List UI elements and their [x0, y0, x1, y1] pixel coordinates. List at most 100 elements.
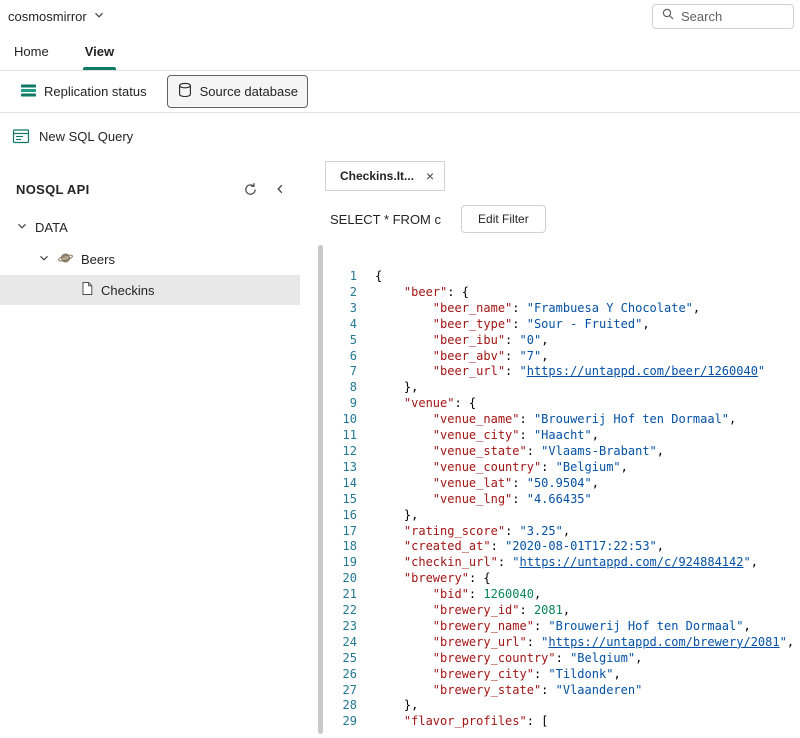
code-line[interactable]: "brewery_id": 2081,	[375, 603, 794, 619]
tree-item-beers[interactable]: Beers	[0, 243, 300, 275]
chevron-down-icon	[93, 9, 105, 24]
search-icon	[661, 7, 675, 26]
close-tab-icon[interactable]: ×	[426, 169, 434, 183]
query-text: SELECT * FROM c	[330, 212, 441, 227]
url-link[interactable]: https://untappd.com/beer/1260040	[527, 364, 758, 378]
document-tab-checkins[interactable]: Checkins.It... ×	[325, 161, 445, 191]
new-sql-query-button[interactable]: New SQL Query	[39, 129, 133, 144]
tree-item-label: Checkins	[101, 283, 154, 298]
line-number: 5	[300, 333, 357, 349]
code-line[interactable]: "brewery_country": "Belgium",	[375, 651, 794, 667]
code-line[interactable]: "created_at": "2020-08-01T17:22:53",	[375, 539, 794, 555]
line-number: 10	[300, 412, 357, 428]
line-number: 7	[300, 364, 357, 380]
sidebar-title: NOSQL API	[16, 182, 243, 197]
line-number: 23	[300, 619, 357, 635]
code-line[interactable]: "beer_type": "Sour - Fruited",	[375, 317, 794, 333]
line-number: 13	[300, 460, 357, 476]
code-line[interactable]: "beer_abv": "7",	[375, 349, 794, 365]
line-number: 15	[300, 492, 357, 508]
code-line[interactable]: },	[375, 380, 794, 396]
line-number: 6	[300, 349, 357, 365]
code-line[interactable]: "rating_score": "3.25",	[375, 524, 794, 540]
tab-home[interactable]: Home	[10, 33, 53, 70]
replication-status-icon	[20, 83, 37, 101]
code-line[interactable]: "bid": 1260040,	[375, 587, 794, 603]
resource-tree: DATA Beers Checkins	[0, 211, 300, 305]
edit-filter-button[interactable]: Edit Filter	[461, 205, 546, 233]
collapse-panel-icon[interactable]	[274, 183, 286, 195]
line-number: 29	[300, 714, 357, 730]
code-line[interactable]: "venue_city": "Haacht",	[375, 428, 794, 444]
ribbon-toolbar: Replication status Source database	[0, 71, 800, 113]
line-number: 19	[300, 555, 357, 571]
line-number: 4	[300, 317, 357, 333]
code-line[interactable]: "brewery_city": "Tildonk",	[375, 667, 794, 683]
code-line[interactable]: "venue_country": "Belgium",	[375, 460, 794, 476]
search-box[interactable]	[652, 4, 794, 29]
code-line[interactable]: },	[375, 698, 794, 714]
content-area: NOSQL API DATA	[0, 159, 800, 738]
chevron-down-icon[interactable]	[38, 252, 50, 267]
source-database-button[interactable]: Source database	[167, 75, 308, 108]
tree-item-label: DATA	[35, 220, 68, 235]
line-number: 11	[300, 428, 357, 444]
code-line[interactable]: "venue_name": "Brouwerij Hof ten Dormaal…	[375, 412, 794, 428]
code-line[interactable]: "brewery_name": "Brouwerij Hof ten Dorma…	[375, 619, 794, 635]
line-number: 12	[300, 444, 357, 460]
database-icon	[177, 82, 193, 101]
source-database-label: Source database	[200, 84, 298, 99]
line-number: 21	[300, 587, 357, 603]
code-line[interactable]: {	[375, 269, 794, 285]
sidebar-header: NOSQL API	[0, 173, 300, 205]
line-number: 16	[300, 508, 357, 524]
replication-status-button[interactable]: Replication status	[10, 76, 157, 108]
code-line[interactable]: "venue_lng": "4.66435"	[375, 492, 794, 508]
resource-tree-panel: NOSQL API DATA	[0, 159, 300, 738]
code-line[interactable]: "brewery_url": "https://untappd.com/brew…	[375, 635, 794, 651]
chevron-down-icon[interactable]	[16, 220, 28, 235]
refresh-icon[interactable]	[243, 182, 258, 197]
tab-view[interactable]: View	[81, 33, 118, 70]
code-line[interactable]: "beer_url": "https://untappd.com/beer/12…	[375, 364, 794, 380]
vertical-scrollbar[interactable]	[318, 245, 323, 734]
code-line[interactable]: "beer_name": "Frambuesa Y Chocolate",	[375, 301, 794, 317]
code-line[interactable]: "flavor_profiles": [	[375, 714, 794, 730]
url-link[interactable]: https://untappd.com/c/924884142	[520, 555, 744, 569]
tree-item-data[interactable]: DATA	[0, 211, 300, 243]
line-number: 8	[300, 380, 357, 396]
code-line[interactable]: },	[375, 508, 794, 524]
line-number: 14	[300, 476, 357, 492]
top-bar: cosmosmirror	[0, 0, 800, 33]
document-icon	[80, 281, 94, 299]
search-input[interactable]	[681, 9, 785, 24]
database-planet-icon	[57, 250, 74, 269]
line-number: 3	[300, 301, 357, 317]
query-action-bar: New SQL Query	[0, 113, 800, 159]
code-line[interactable]: "checkin_url": "https://untappd.com/c/92…	[375, 555, 794, 571]
line-number: 25	[300, 651, 357, 667]
code-line[interactable]: "brewery": {	[375, 571, 794, 587]
code-line[interactable]: "beer": {	[375, 285, 794, 301]
new-sql-query-icon	[12, 128, 30, 145]
code-lines[interactable]: { "beer": { "beer_name": "Frambuesa Y Ch…	[357, 269, 794, 730]
replication-status-label: Replication status	[44, 84, 147, 99]
code-line[interactable]: "venue_lat": "50.9504",	[375, 476, 794, 492]
url-link[interactable]: https://untappd.com/brewery/2081	[548, 635, 779, 649]
tree-item-checkins[interactable]: Checkins	[0, 275, 300, 305]
line-number: 26	[300, 667, 357, 683]
code-line[interactable]: "venue": {	[375, 396, 794, 412]
line-number: 22	[300, 603, 357, 619]
ribbon-tab-bar: Home View	[0, 33, 800, 71]
line-number: 17	[300, 524, 357, 540]
line-number: 18	[300, 539, 357, 555]
line-numbers: 1234567891011121314151617181920212223242…	[300, 269, 357, 730]
code-line[interactable]: "venue_state": "Vlaams-Brabant",	[375, 444, 794, 460]
code-line[interactable]: "brewery_state": "Vlaanderen"	[375, 683, 794, 699]
app-name-dropdown[interactable]: cosmosmirror	[8, 9, 105, 24]
json-editor[interactable]: 1234567891011121314151617181920212223242…	[300, 245, 800, 734]
code-line[interactable]: "beer_ibu": "0",	[375, 333, 794, 349]
line-number: 1	[300, 269, 357, 285]
line-number: 2	[300, 285, 357, 301]
tree-item-label: Beers	[81, 252, 115, 267]
